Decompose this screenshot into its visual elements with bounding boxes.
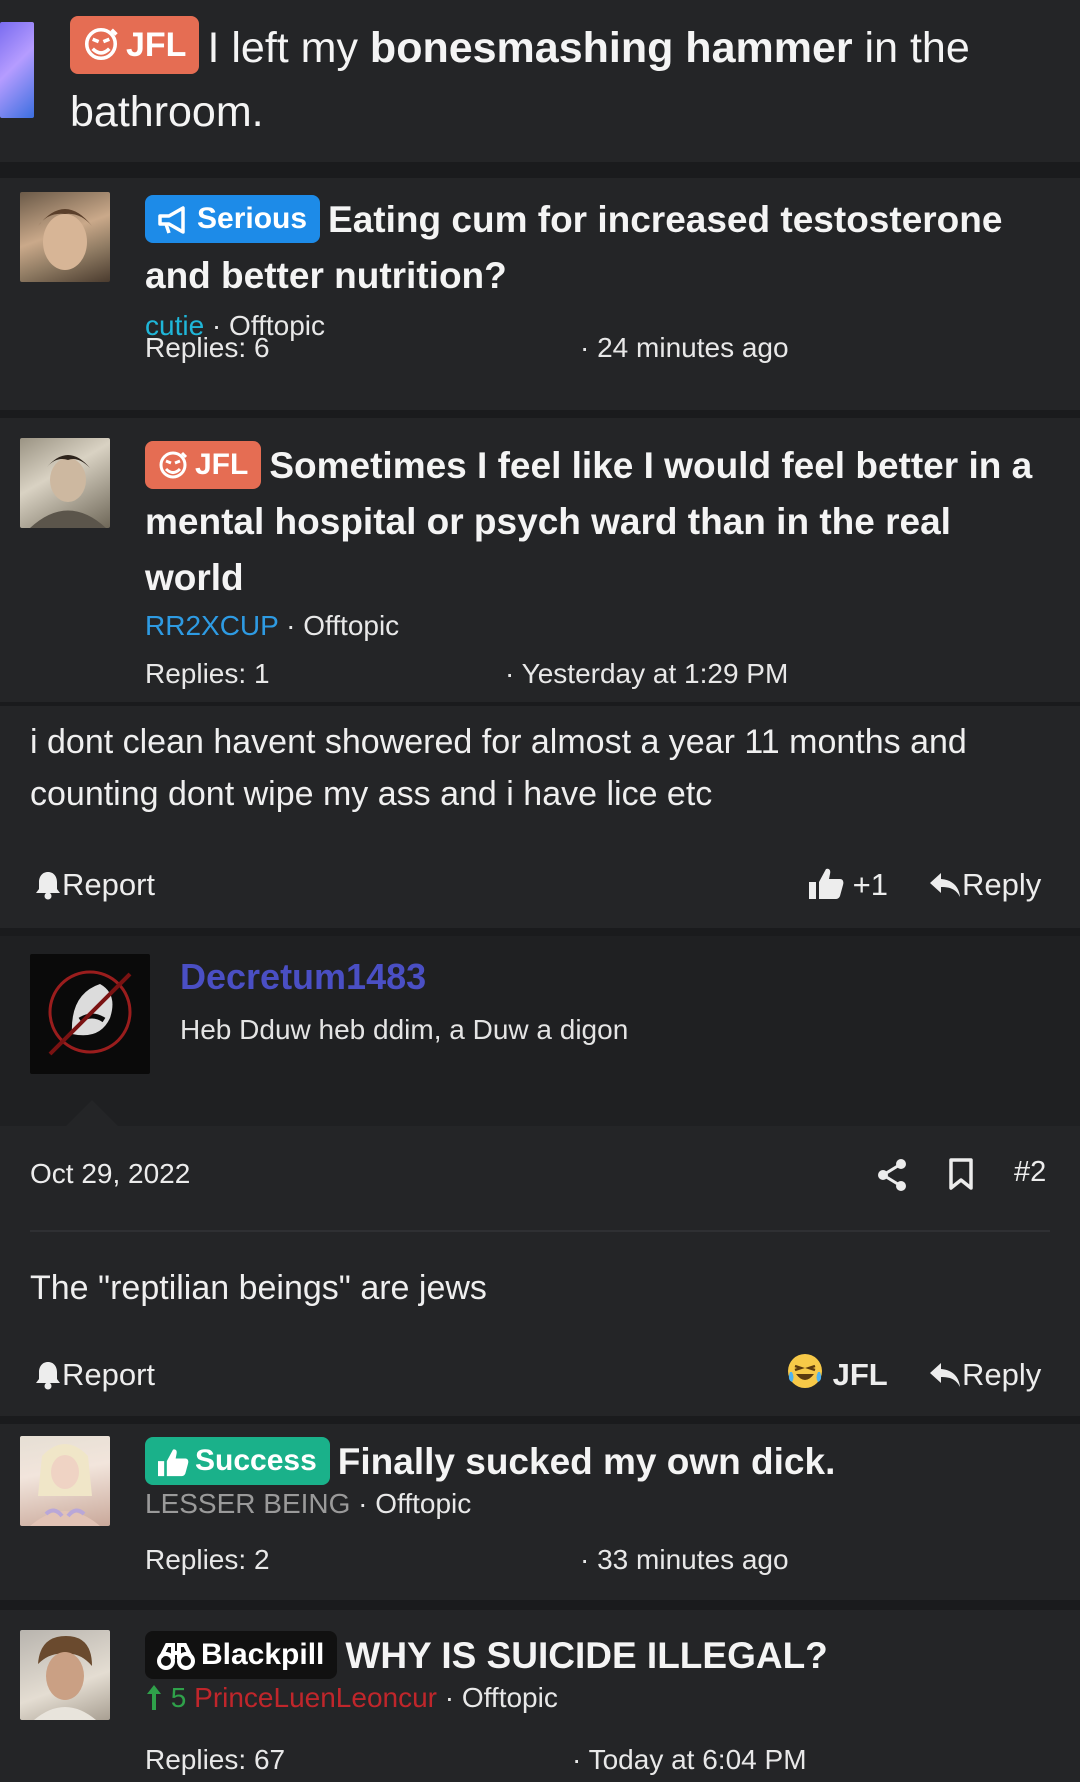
thumbs-up-icon [158, 1449, 189, 1477]
reply-label: Reply [962, 1357, 1042, 1392]
prefix-label: JFL [195, 448, 249, 481]
reply-count: Replies: 6 [145, 332, 270, 363]
thread-title[interactable]: Success Finally sucked my own dick. [145, 1434, 1058, 1490]
author-link[interactable]: LESSER BEING [145, 1488, 350, 1519]
reply-count: Replies: 1 [145, 658, 270, 689]
post-actions: Report +1 Reply [0, 860, 1080, 910]
prefix-label: Serious [197, 202, 308, 235]
author-link[interactable]: PrinceLuenLeoncur [194, 1682, 437, 1713]
post-pointer [66, 1100, 118, 1126]
thread-item[interactable]: Blackpill WHY IS SUICIDE ILLEGAL? 5 Prin… [0, 1610, 1080, 1782]
jfl-face-icon [159, 451, 188, 479]
thread-title[interactable]: Blackpill WHY IS SUICIDE ILLEGAL? [145, 1628, 1058, 1684]
author-score: 5 [170, 1682, 187, 1713]
thread-title[interactable]: Serious Eating cum for increased testost… [145, 192, 1058, 304]
post-text: i dont clean havent showered for almost … [30, 723, 967, 813]
last-post-time: · 24 minutes ago [580, 332, 789, 363]
avatar-image [30, 1444, 100, 1526]
report-button[interactable]: Report [34, 1350, 155, 1400]
reply-arrow-icon [930, 1363, 960, 1387]
avatar[interactable] [20, 1436, 110, 1526]
prefix-label: Success [195, 1444, 317, 1477]
avatar[interactable] [20, 438, 110, 528]
title-bold-part: bonesmashing hammer [369, 24, 853, 72]
divider [30, 1230, 1050, 1232]
prefix-badge[interactable]: Success [145, 1437, 330, 1485]
reply-button[interactable]: Reply [928, 1350, 1041, 1400]
thread-item[interactable]: JFL Sometimes I feel like I would feel b… [0, 418, 1080, 702]
thread-item[interactable]: Serious Eating cum for increased testost… [0, 178, 1080, 410]
time-text: 24 minutes ago [597, 332, 789, 363]
thread-title[interactable]: JFL I left my bonesmashing hammer in the… [70, 16, 1040, 144]
title-text: Sometimes I feel like I would feel bette… [145, 445, 1033, 598]
arrow-up-icon [147, 1685, 161, 1710]
last-post-time: · Yesterday at 1:29 PM [505, 658, 789, 689]
title-part: I left my [207, 24, 370, 72]
thread-meta: LESSER BEING · Offtopic [145, 1488, 472, 1519]
avatar-image [48, 970, 132, 1056]
laughing-emoji-icon [788, 1354, 822, 1388]
reaction-label: JFL [832, 1357, 888, 1392]
prefix-label: Blackpill [201, 1638, 325, 1671]
bookmark-icon[interactable] [948, 1158, 974, 1190]
report-button[interactable]: Report [34, 860, 155, 910]
post-number[interactable]: #2 [1014, 1156, 1046, 1189]
thumbs-up-icon [809, 868, 844, 899]
reply-button[interactable]: Reply [928, 860, 1041, 910]
post-actions: Report JFL Reply [0, 1350, 1080, 1400]
report-label: Report [62, 867, 156, 902]
forum-link[interactable]: Offtopic [303, 610, 399, 641]
avatar[interactable] [20, 1630, 110, 1720]
megaphone-icon [158, 206, 185, 234]
reply-arrow-icon [930, 873, 960, 897]
time-text: 33 minutes ago [597, 1544, 789, 1575]
prefix-badge[interactable]: Serious [145, 195, 321, 243]
reply-label: Reply [962, 867, 1042, 902]
reaction-score: +1 [852, 867, 888, 902]
thread-item-top[interactable]: JFL I left my bonesmashing hammer in the… [0, 0, 1080, 162]
last-post-time: · Today at 6:04 PM [572, 1744, 807, 1775]
author-link[interactable]: RR2XCUP [145, 610, 278, 641]
forum-link[interactable]: Offtopic [462, 1682, 558, 1713]
binoculars-icon [157, 1643, 195, 1670]
thread-meta: RR2XCUP · Offtopic [145, 610, 400, 641]
prefix-badge[interactable]: Blackpill [145, 1631, 338, 1679]
prefix-badge[interactable]: JFL [70, 16, 200, 74]
bell-icon [36, 1362, 60, 1390]
jfl-face-icon [84, 27, 118, 61]
post-text: The "reptilian beings" are jews [30, 1269, 487, 1307]
post-body-continued: i dont clean havent showered for almost … [0, 706, 1080, 928]
reaction-button[interactable]: JFL [786, 1350, 888, 1400]
title-text: Finally sucked my own dick. [337, 1441, 836, 1482]
avatar-image [30, 455, 106, 528]
title-text: WHY IS SUICIDE ILLEGAL? [345, 1635, 828, 1676]
user-avatar[interactable] [30, 954, 150, 1074]
post: Oct 29, 2022 #2 The "reptilian beings" a… [0, 1126, 1080, 1416]
user-signature: Heb Dduw heb ddim, a Duw a digon [180, 1014, 629, 1045]
avatar-image [34, 1636, 96, 1720]
prefix-label: JFL [126, 26, 187, 64]
report-label: Report [62, 1357, 156, 1392]
post-date[interactable]: Oct 29, 2022 [30, 1158, 190, 1190]
avatar[interactable] [0, 22, 34, 118]
thread-title[interactable]: JFL Sometimes I feel like I would feel b… [145, 438, 1058, 606]
post-user-header: Decretum1483 Heb Dduw heb ddim, a Duw a … [0, 936, 1080, 1126]
avatar-image [38, 209, 92, 270]
thread-item[interactable]: Success Finally sucked my own dick. LESS… [0, 1424, 1080, 1600]
prefix-badge[interactable]: JFL [145, 441, 262, 489]
bell-icon [36, 872, 60, 900]
share-icon[interactable] [876, 1158, 908, 1192]
reaction-button[interactable]: +1 [808, 860, 888, 910]
time-text: Today at 6:04 PM [588, 1744, 807, 1775]
username-link[interactable]: Decretum1483 [180, 956, 426, 998]
avatar[interactable] [20, 192, 110, 282]
time-text: Yesterday at 1:29 PM [521, 658, 789, 689]
forum-link[interactable]: Offtopic [375, 1488, 471, 1519]
thread-meta: 5 PrinceLuenLeoncur · Offtopic [145, 1678, 1058, 1718]
last-post-time: · 33 minutes ago [580, 1544, 789, 1575]
reply-count: Replies: 2 [145, 1544, 270, 1575]
reply-count: Replies: 67 [145, 1744, 286, 1775]
